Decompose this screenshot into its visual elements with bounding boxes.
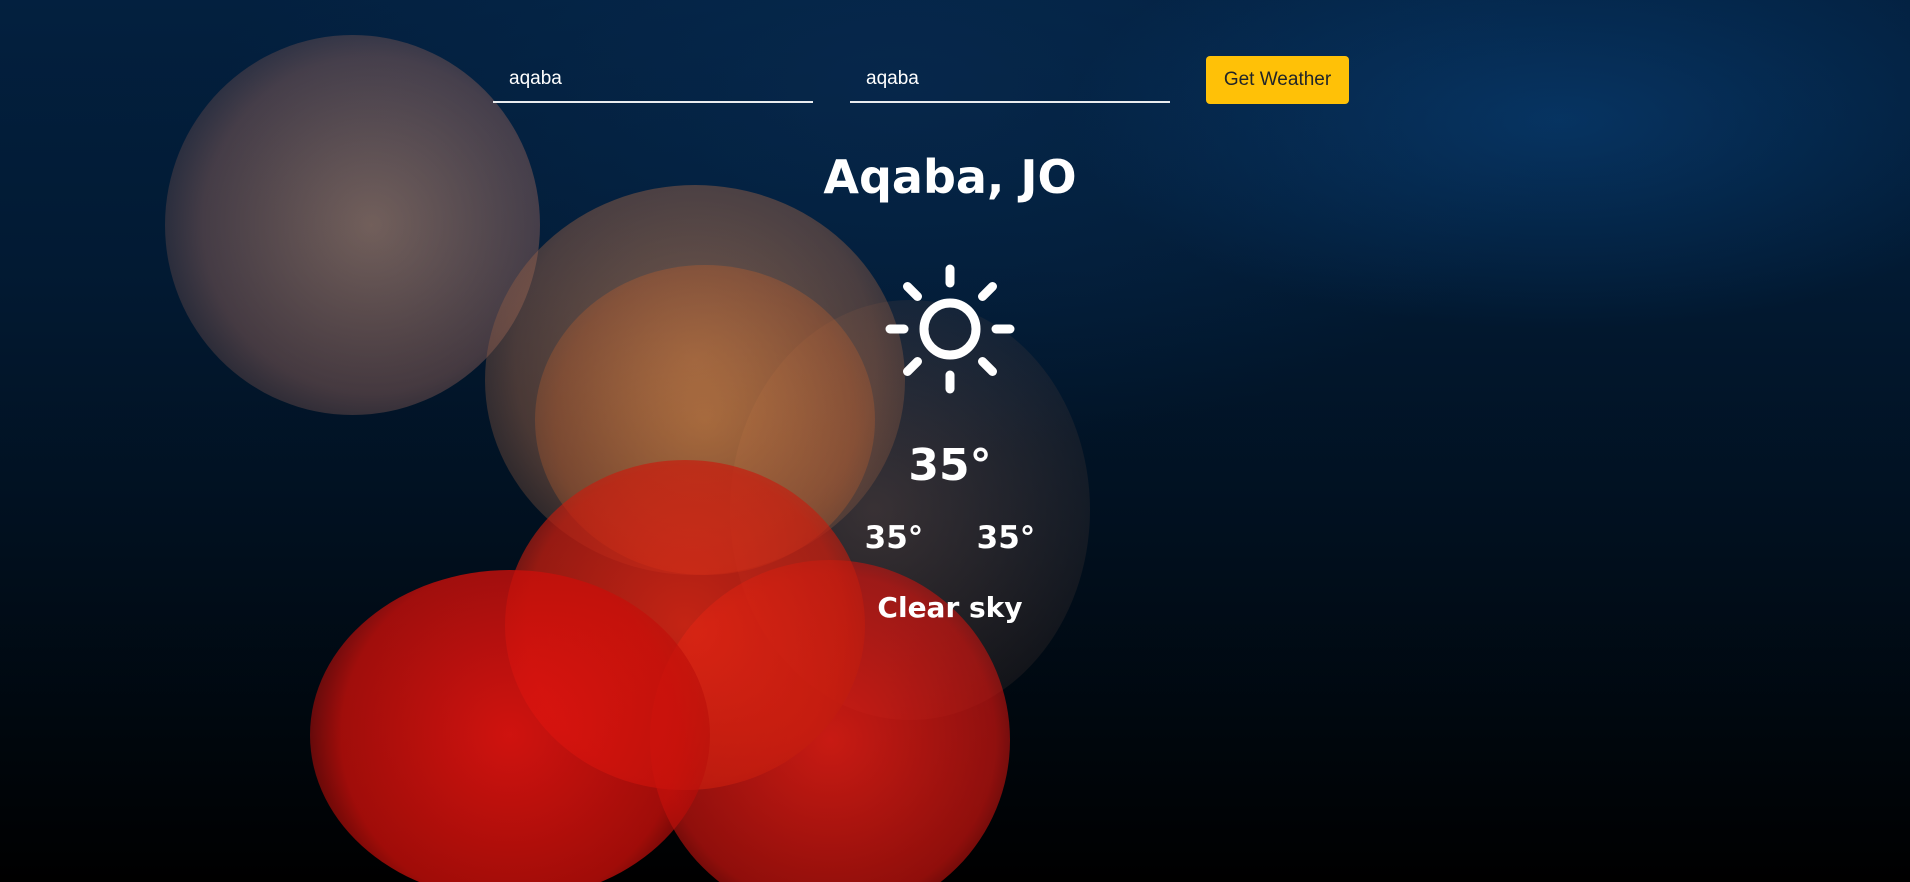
min-temperature: 35° bbox=[864, 520, 924, 556]
location-title: Aqaba, JO bbox=[823, 150, 1077, 204]
weather-description: Clear sky bbox=[877, 591, 1023, 624]
max-temperature: 35° bbox=[976, 520, 1036, 556]
sun-icon bbox=[885, 264, 1015, 394]
weather-card: Aqaba, JO 35° 35° 35° Clear sky bbox=[0, 0, 1910, 882]
current-temperature: 35° bbox=[908, 440, 992, 491]
